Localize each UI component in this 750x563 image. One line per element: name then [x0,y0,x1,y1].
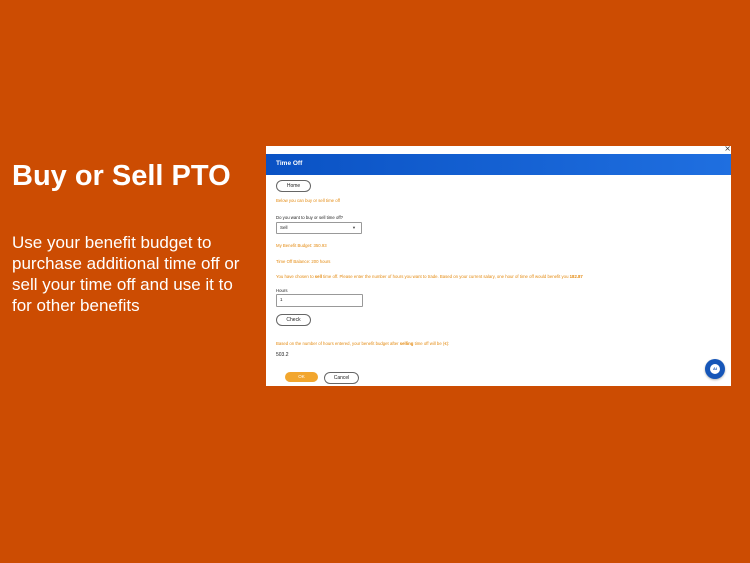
result-bold: selling [399,341,414,346]
window-title: Time Off [276,160,303,167]
chat-icon: AI [710,364,720,374]
result-value: 503.2 [276,352,289,358]
sell-info-suffix: time off. Please enter the number of hou… [321,274,570,279]
home-button[interactable]: Home [276,180,311,192]
hours-input[interactable]: 1 [276,294,363,307]
window-header: Time Off [266,154,731,175]
result-suffix: time off will be (€): [413,341,450,346]
select-value: Sell [280,225,288,230]
ok-button[interactable]: OK [285,372,318,382]
sell-info-bold: sell [314,274,322,279]
buy-sell-select[interactable]: Sell ▼ [276,222,362,234]
benefit-budget-text: My Benefit Budget: 350.93 [276,243,327,248]
result-prefix: Based on the number of hours entered, yo… [276,341,400,346]
buy-sell-question-label: Do you want to buy or sell time off? [276,215,344,220]
close-icon[interactable]: × [724,146,731,153]
help-chat-button[interactable]: AI [705,359,725,379]
chevron-down-icon: ▼ [352,225,356,230]
hours-label: Hours [276,288,288,293]
result-text: Based on the number of hours entered, yo… [276,341,449,346]
slide-title: Buy or Sell PTO [12,160,231,192]
sell-info-text: You have chosen to sell time off. Please… [276,274,583,279]
sell-info-rate: 182.87 [569,274,583,279]
slide-body-text: Use your benefit budget to purchase addi… [12,233,240,315]
hours-input-value: 1 [280,297,283,302]
sell-info-prefix: You have chosen to [276,274,315,279]
time-off-window: × Time Off Home Below you can buy or sel… [266,146,731,386]
intro-text: Below you can buy or sell time off [276,198,340,203]
cancel-button[interactable]: Cancel [324,372,359,384]
time-off-balance-text: Time Off Balance: 200 hours [276,259,331,264]
check-button[interactable]: Check [276,314,311,326]
